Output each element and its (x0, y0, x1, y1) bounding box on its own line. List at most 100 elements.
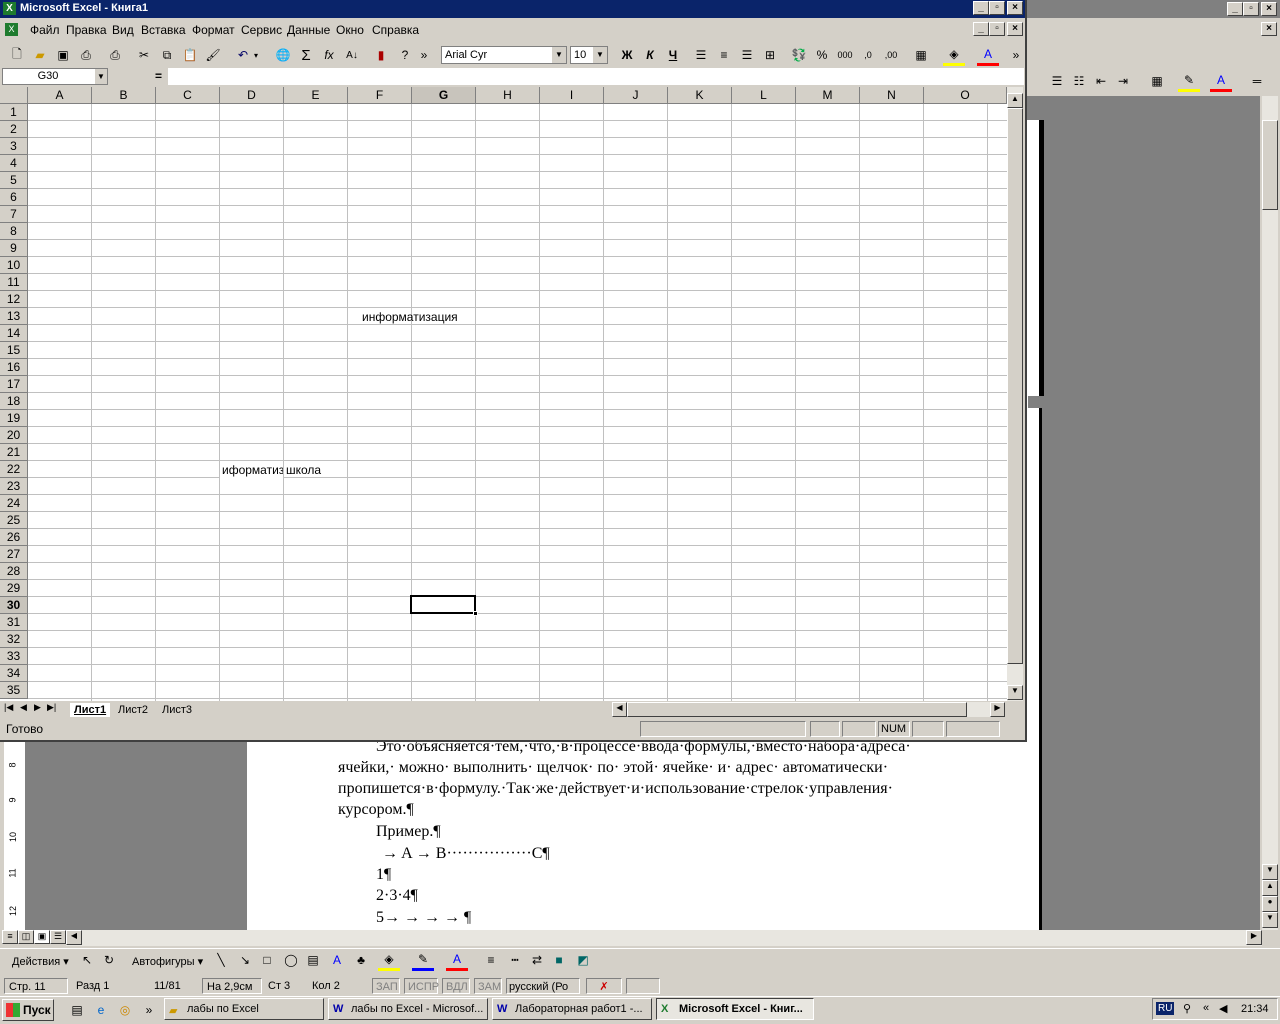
excel-hscroll-thumb[interactable] (627, 702, 967, 717)
prev-page-button[interactable]: ▲ (1262, 880, 1278, 896)
increase-decimal-icon[interactable]: ,0 (857, 44, 879, 66)
column-header-G[interactable]: G (412, 87, 476, 104)
excel-menu-icon[interactable]: X (5, 23, 18, 36)
wordart-icon[interactable]: A (326, 949, 348, 971)
column-header-H[interactable]: H (476, 87, 540, 104)
next-page-button[interactable]: ▼ (1262, 912, 1278, 928)
column-header-J[interactable]: J (604, 87, 668, 104)
rectangle-icon[interactable]: □ (256, 949, 278, 971)
column-header-E[interactable]: E (284, 87, 348, 104)
copy-icon[interactable]: ⧉ (156, 44, 178, 66)
scroll-down-button[interactable]: ▼ (1007, 685, 1023, 700)
menu-view[interactable]: Вид (112, 23, 134, 37)
word-minimize-button[interactable]: _ (1227, 2, 1243, 16)
menu-insert[interactable]: Вставка (141, 23, 186, 37)
italic-button[interactable]: К (639, 44, 661, 66)
sheet-tab-3[interactable]: Лист3 (162, 703, 192, 717)
outline-view-button[interactable]: ☰ (50, 930, 66, 944)
row-header-7[interactable]: 7 (0, 206, 28, 223)
align-left-icon[interactable]: ☰ (690, 44, 712, 66)
row-header-15[interactable]: 15 (0, 342, 28, 359)
excel-restore-button[interactable]: ▫ (989, 1, 1005, 15)
excel-minimize-button[interactable]: _ (973, 1, 989, 15)
row-header-32[interactable]: 32 (0, 631, 28, 648)
column-header-I[interactable]: I (540, 87, 604, 104)
language-indicator[interactable]: RU (1156, 1002, 1175, 1015)
row-header-22[interactable]: 22 (0, 461, 28, 478)
status-rec[interactable]: ЗАП (372, 978, 400, 994)
row-header-10[interactable]: 10 (0, 257, 28, 274)
row-header-12[interactable]: 12 (0, 291, 28, 308)
row-header-18[interactable]: 18 (0, 393, 28, 410)
dash-style-icon[interactable]: ┅ (504, 949, 526, 971)
column-header-B[interactable]: B (92, 87, 156, 104)
thousands-icon[interactable]: 000 (834, 44, 856, 66)
function-icon[interactable]: fx (318, 44, 340, 66)
row-header-11[interactable]: 11 (0, 274, 28, 291)
start-button[interactable]: Пуск (2, 999, 54, 1021)
line-style-draw-icon[interactable]: ≡ (480, 949, 502, 971)
name-box[interactable]: G30 ▼ (2, 68, 108, 85)
status-trk[interactable]: ИСПР (404, 978, 439, 994)
arrow-icon[interactable]: ↘ (234, 949, 256, 971)
excel-horizontal-scrollbar[interactable]: ◀ ▶ (612, 702, 1005, 717)
sheet-tab-1[interactable]: Лист1 (70, 703, 111, 717)
autoshapes-menu[interactable]: Автофигуры ▾ (132, 955, 203, 968)
row-header-26[interactable]: 26 (0, 529, 28, 546)
align-right-icon[interactable]: ☰ (736, 44, 758, 66)
toolbar-more-icon[interactable]: » (1010, 44, 1022, 66)
row-header-31[interactable]: 31 (0, 614, 28, 631)
highlight-icon[interactable]: ✎ (1178, 70, 1200, 92)
cell-D22[interactable]: иформатиз (220, 462, 283, 478)
font-color-icon[interactable]: A (1210, 70, 1232, 92)
help-icon[interactable]: ? (394, 44, 416, 66)
underline-button[interactable]: Ч (662, 44, 684, 66)
quicklaunch-more-icon[interactable]: » (138, 999, 160, 1021)
autosum-icon[interactable]: Σ (295, 44, 317, 66)
font-size-select[interactable]: 10 ▼ (570, 46, 608, 64)
sort-ascending-icon[interactable]: A↓ (341, 44, 363, 66)
line-icon[interactable]: ╲ (210, 949, 232, 971)
show-desktop-icon[interactable]: ▤ (66, 999, 88, 1021)
oval-icon[interactable]: ◯ (280, 949, 302, 971)
print-icon[interactable]: ⎙ (104, 44, 126, 66)
row-header-33[interactable]: 33 (0, 648, 28, 665)
scroll-right-button[interactable]: ▶ (990, 702, 1005, 717)
column-header-M[interactable]: M (796, 87, 860, 104)
web-view-button[interactable]: ◫ (18, 930, 34, 944)
font-color-icon[interactable]: A (977, 44, 999, 66)
menu-edit[interactable]: Правка (66, 23, 107, 37)
excel-vertical-scrollbar[interactable]: ▲ ▼ (1007, 87, 1023, 701)
clipart-icon[interactable]: ♣ (350, 949, 372, 971)
excel-scroll-thumb[interactable] (1007, 108, 1023, 664)
undo-dropdown-icon[interactable]: ▾ (250, 44, 262, 66)
formula-equals-button[interactable]: = (155, 69, 162, 83)
row-header-35[interactable]: 35 (0, 682, 28, 699)
paste-icon[interactable]: 📋 (179, 44, 201, 66)
column-header-D[interactable]: D (220, 87, 284, 104)
chevron-down-icon[interactable]: ▼ (552, 47, 566, 63)
status-ext[interactable]: ВДЛ (442, 978, 470, 994)
menu-help[interactable]: Справка (372, 23, 419, 37)
font-color-draw-icon[interactable]: A (446, 949, 468, 971)
column-header-N[interactable]: N (860, 87, 924, 104)
textbox-icon[interactable]: ▤ (302, 949, 324, 971)
print-preview-icon[interactable]: ⎙ (75, 44, 97, 66)
cell-E22[interactable]: школа (286, 462, 321, 478)
increase-indent-icon[interactable]: ⇥ (1112, 70, 1134, 92)
shadow-icon[interactable]: ■ (548, 949, 570, 971)
cell-F13[interactable]: информатизация (362, 309, 458, 325)
word-doc-close-button[interactable]: × (1261, 22, 1277, 36)
arrow-style-icon[interactable]: ⇄ (526, 949, 548, 971)
borders-icon[interactable]: ▦ (910, 44, 932, 66)
row-header-16[interactable]: 16 (0, 359, 28, 376)
status-ovr[interactable]: ЗАМ (474, 978, 502, 994)
chevron-down-icon[interactable]: ▼ (593, 47, 607, 63)
row-header-2[interactable]: 2 (0, 121, 28, 138)
normal-view-button[interactable]: ≡ (2, 930, 18, 944)
merge-center-icon[interactable]: ⊞ (759, 44, 781, 66)
scroll-up-button[interactable]: ▲ (1007, 93, 1023, 108)
column-header-O[interactable]: O (924, 87, 1007, 104)
sheet-tab-2[interactable]: Лист2 (118, 703, 148, 717)
row-header-21[interactable]: 21 (0, 444, 28, 461)
